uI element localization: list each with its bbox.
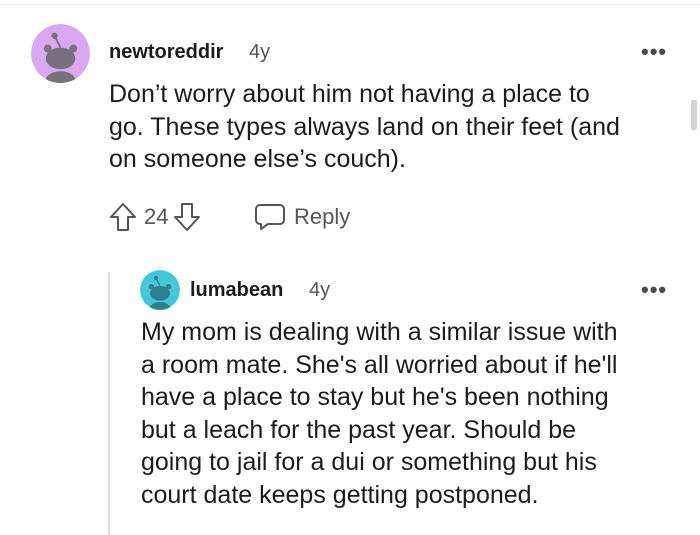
comment-line: Don’t worry about him not having a place… — [109, 80, 590, 108]
reply-button[interactable]: Reply — [254, 200, 350, 234]
reply-line: but a leach for the past year. Should be — [141, 415, 577, 444]
comment-body: Don’t worry about him not having a place… — [109, 78, 620, 176]
more-options-button[interactable]: ••• — [641, 41, 667, 63]
reply-username[interactable]: lumabean — [190, 279, 283, 302]
avatar[interactable] — [31, 24, 90, 83]
comment-line: on someone else’s couch). — [109, 145, 406, 174]
reply-body: My mom is dealing with a similar issue w… — [141, 316, 618, 512]
scrollbar-thumb[interactable] — [691, 100, 697, 130]
reply-line: My mom is dealing with a similar issue w… — [141, 318, 618, 346]
vote-score: 24 — [144, 204, 169, 229]
reply-label: Reply — [294, 204, 351, 229]
comment-username[interactable]: newtoreddir — [109, 41, 223, 64]
thread-line[interactable] — [108, 272, 110, 535]
snoo-avatar-icon — [140, 270, 180, 310]
comment-age: 4y — [249, 41, 271, 63]
reply-line: going to jail for a dui or something but… — [141, 448, 597, 477]
top-divider — [0, 4, 700, 5]
reply-line: a room mate. She's all worried about if … — [141, 350, 618, 379]
reply-avatar[interactable] — [140, 270, 180, 310]
comment-line: go. These types always land on their fee… — [109, 112, 620, 141]
reply-age: 4y — [309, 279, 331, 301]
reply-line: court date keeps getting postponed. — [141, 480, 539, 509]
reply-more-options-button[interactable]: ••• — [641, 279, 667, 301]
upvote-icon[interactable] — [108, 201, 138, 233]
vote-controls: 24 — [108, 200, 202, 234]
downvote-icon[interactable] — [172, 201, 202, 233]
chat-bubble-icon — [255, 204, 285, 230]
reply-line: have a place to stay but he's been nothi… — [141, 383, 609, 412]
snoo-avatar-icon — [31, 24, 90, 83]
